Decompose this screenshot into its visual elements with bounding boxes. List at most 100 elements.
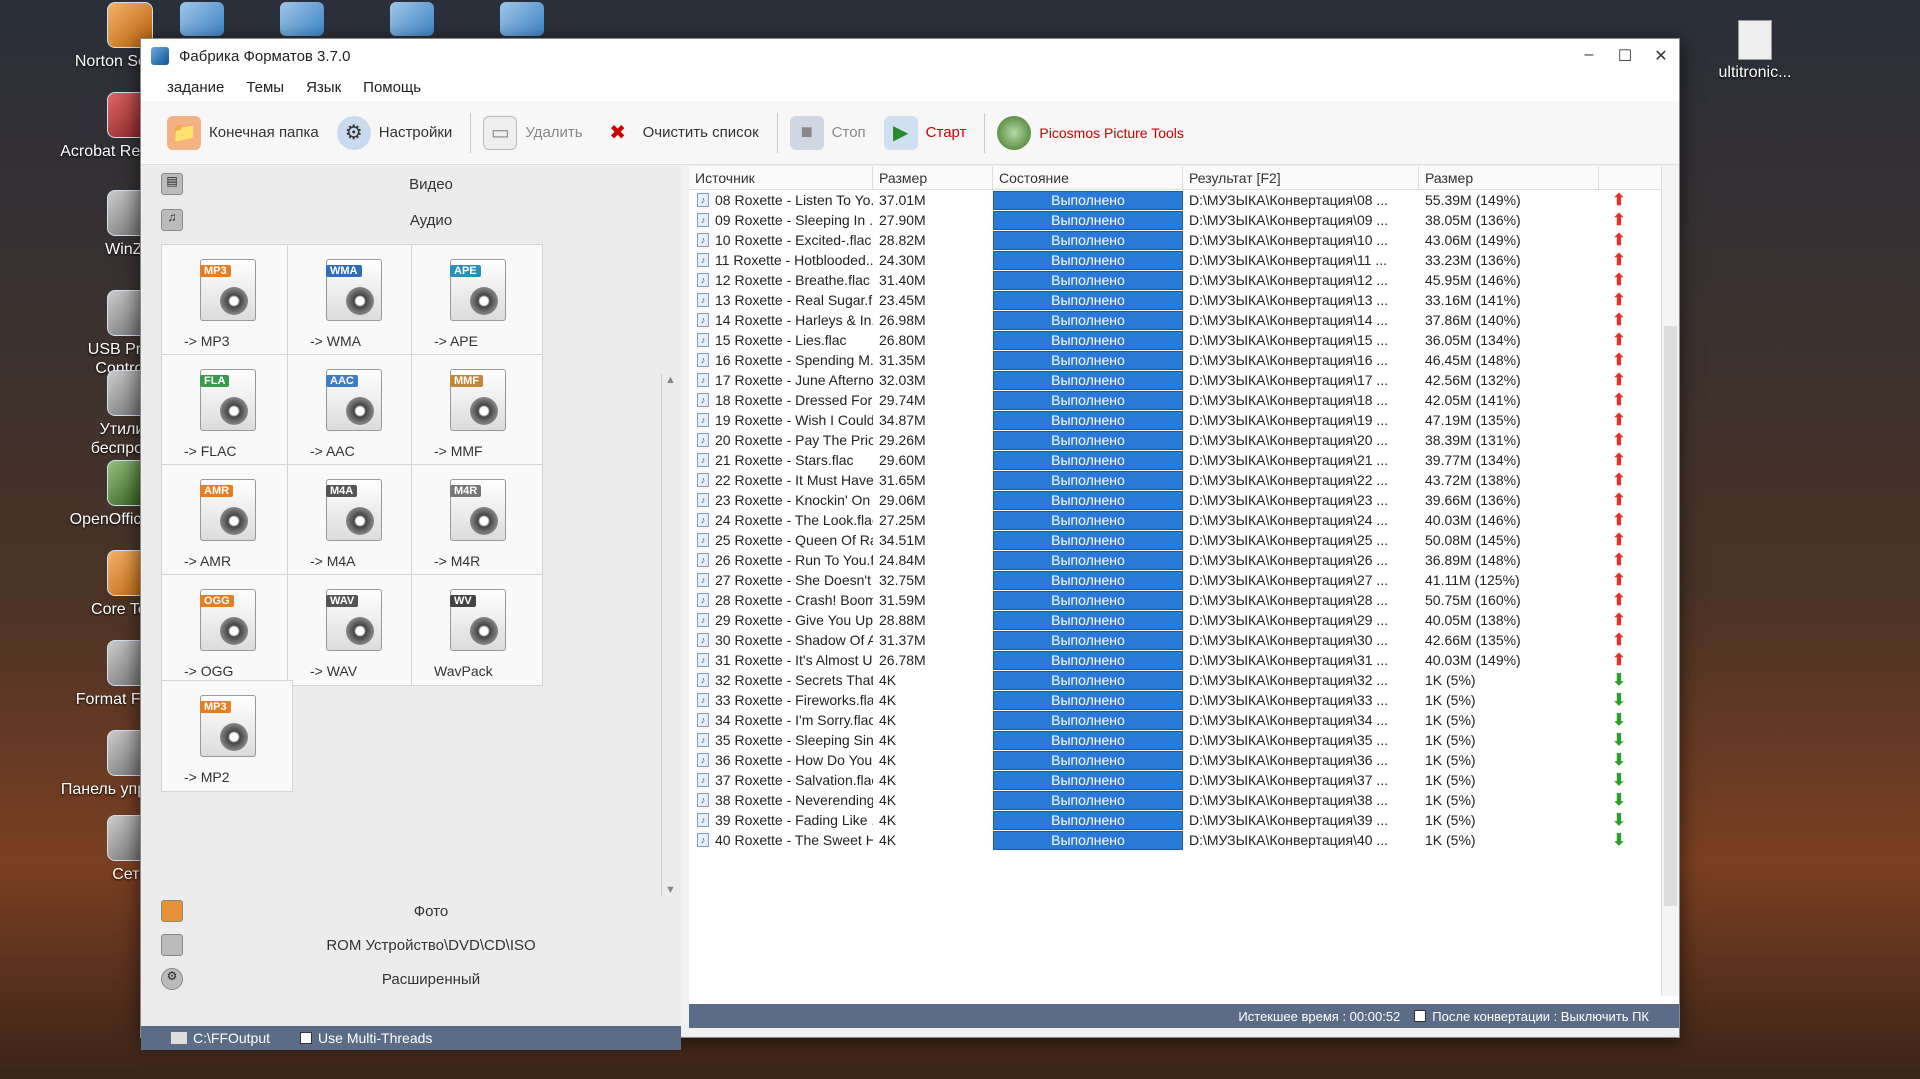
menu-help[interactable]: Помощь xyxy=(363,79,421,96)
format-tile[interactable]: APE -> APE xyxy=(411,244,543,356)
format-grid-scrollbar[interactable]: ▲ ▼ xyxy=(661,374,679,896)
table-row[interactable]: ♪ 11 Roxette - Hotblooded.... 24.30M Выполн… xyxy=(689,250,1679,270)
format-tile[interactable]: MMF -> MMF xyxy=(411,354,543,466)
source-filename: 38 Roxette - Neverending... xyxy=(715,792,873,808)
table-row[interactable]: ♪ 33 Roxette - Fireworks.flac 4K Выполнено D… xyxy=(689,690,1679,710)
table-row[interactable]: ♪ 26 Roxette - Run To You.f... 24.84M Выпол… xyxy=(689,550,1679,570)
table-row[interactable]: ♪ 12 Roxette - Breathe.flac 31.40M Выполнен… xyxy=(689,270,1679,290)
format-tile[interactable]: WAV -> WAV xyxy=(287,574,419,686)
clear-list-button[interactable]: ✖ Очистить список xyxy=(601,116,758,150)
table-row[interactable]: ♪ 35 Roxette - Sleeping Sin... 4K Выполнено… xyxy=(689,730,1679,750)
output-folder-button[interactable]: 📁 Конечная папка xyxy=(167,115,319,150)
format-tile[interactable]: MP3 -> MP2 xyxy=(161,680,293,792)
category-video[interactable]: ▤ Видео xyxy=(141,166,681,202)
header-source[interactable]: Источник xyxy=(689,166,873,189)
title-bar[interactable]: Фабрика Форматов 3.7.0 – ☐ ✕ xyxy=(141,39,1679,73)
delete-button[interactable]: ▭ Удалить xyxy=(483,115,583,150)
source-cell: ♪ 38 Roxette - Neverending... xyxy=(689,792,873,808)
audio-file-icon: ♪ xyxy=(697,513,709,527)
format-tile[interactable]: FLA -> FLAC xyxy=(161,354,293,466)
table-row[interactable]: ♪ 23 Roxette - Knockin' On ... 29.06M Выпол… xyxy=(689,490,1679,510)
table-row[interactable]: ♪ 21 Roxette - Stars.flac 29.60M Выполнено D… xyxy=(689,450,1679,470)
header-state[interactable]: Состояние xyxy=(993,166,1183,189)
table-row[interactable]: ♪ 28 Roxette - Crash! Boom... 31.59M Выполн… xyxy=(689,590,1679,610)
category-rom[interactable]: ROM Устройство\DVD\CD\ISO xyxy=(141,928,681,962)
table-row[interactable]: ♪ 22 Roxette - It Must Have... 31.65M Выпол… xyxy=(689,470,1679,490)
table-row[interactable]: ♪ 32 Roxette - Secrets That ... 4K Выполнен… xyxy=(689,670,1679,690)
source-size-cell: 26.78M xyxy=(879,652,926,668)
table-row[interactable]: ♪ 38 Roxette - Neverending... 4K Выполнено D… xyxy=(689,790,1679,810)
table-row[interactable]: ♪ 31 Roxette - It's Almost U... 26.78M Выпо… xyxy=(689,650,1679,670)
taskbar-top-icons xyxy=(180,0,580,40)
shutdown-after-checkbox[interactable] xyxy=(1414,1010,1427,1022)
format-badge: FLA xyxy=(200,375,230,387)
start-button[interactable]: ▶ Старт xyxy=(883,115,966,150)
category-photo[interactable]: Фото xyxy=(141,894,681,928)
table-row[interactable]: ♪ 08 Roxette - Listen To Yo... 37.01M Выпол… xyxy=(689,190,1679,210)
format-tile[interactable]: AAC -> AAC xyxy=(287,354,419,466)
format-tile[interactable]: MP3 -> MP3 xyxy=(161,244,293,356)
table-row[interactable]: ♪ 20 Roxette - Pay The Pric... 29.26M Выпол… xyxy=(689,430,1679,450)
scroll-thumb[interactable] xyxy=(1664,326,1677,906)
format-tile[interactable]: M4A -> M4A xyxy=(287,464,419,576)
table-row[interactable]: ♪ 25 Roxette - Queen Of Ra... 34.51M Выполн… xyxy=(689,530,1679,550)
app-shortcut-icon[interactable] xyxy=(500,2,544,36)
close-button[interactable]: ✕ xyxy=(1643,46,1679,66)
status-badge: Выполнено xyxy=(993,510,1183,530)
table-row[interactable]: ♪ 15 Roxette - Lies.flac 26.80M Выполнено D:… xyxy=(689,330,1679,350)
format-tile[interactable]: OGG -> OGG xyxy=(161,574,293,686)
table-row[interactable]: ♪ 37 Roxette - Salvation.flac 4K Выполнено D… xyxy=(689,770,1679,790)
menu-task[interactable]: задание xyxy=(167,79,224,96)
table-row[interactable]: ♪ 19 Roxette - Wish I Could... 34.87M Выпол… xyxy=(689,410,1679,430)
menu-language[interactable]: Язык xyxy=(306,79,341,96)
table-row[interactable]: ♪ 30 Roxette - Shadow Of A... 31.37M Выполн… xyxy=(689,630,1679,650)
settings-label: Настройки xyxy=(378,124,453,141)
table-row[interactable]: ♪ 29 Roxette - Give You Up.... 28.88M Выпол… xyxy=(689,610,1679,630)
source-size-cell: 31.59M xyxy=(879,592,926,608)
status-badge: Выполнено xyxy=(993,470,1183,490)
table-row[interactable]: ♪ 16 Roxette - Spending M... 31.35M Выполне… xyxy=(689,350,1679,370)
output-size-cell: 36.05M (134%) xyxy=(1425,332,1521,348)
table-row[interactable]: ♪ 27 Roxette - She Doesn't ... 32.75M Выпол… xyxy=(689,570,1679,590)
app-shortcut-icon[interactable] xyxy=(390,2,434,36)
menu-themes[interactable]: Темы xyxy=(246,79,284,96)
table-row[interactable]: ♪ 13 Roxette - Real Sugar.flac 23.45M Выпол… xyxy=(689,290,1679,310)
settings-button[interactable]: ⚙ Настройки xyxy=(336,115,453,150)
format-tile[interactable]: WMA -> WMA xyxy=(287,244,419,356)
format-tile[interactable]: AMR -> AMR xyxy=(161,464,293,576)
scroll-up-icon[interactable]: ▲ xyxy=(662,374,679,386)
status-badge: Выполнено xyxy=(993,210,1183,230)
table-row[interactable]: ♪ 14 Roxette - Harleys & In... 26.98M Выпол… xyxy=(689,310,1679,330)
table-row[interactable]: ♪ 10 Roxette - Excited-.flac 28.82M Выполне… xyxy=(689,230,1679,250)
task-list-scrollbar[interactable] xyxy=(1661,166,1679,996)
header-result[interactable]: Результат [F2] xyxy=(1183,166,1419,189)
table-row[interactable]: ♪ 39 Roxette - Fading Like ... 4K Выполнено… xyxy=(689,810,1679,830)
size-increase-arrow-icon: ⬆ xyxy=(1612,292,1626,309)
format-tile[interactable]: M4R -> M4R xyxy=(411,464,543,576)
speaker-icon xyxy=(220,287,248,315)
picosmos-label: Picosmos Picture Tools xyxy=(1039,124,1184,141)
maximize-button[interactable]: ☐ xyxy=(1607,46,1643,66)
table-row[interactable]: ♪ 24 Roxette - The Look.flac 27.25M Выполне… xyxy=(689,510,1679,530)
header-size[interactable]: Размер xyxy=(873,166,993,189)
desktop-icon-file[interactable]: ultitronic... xyxy=(1700,20,1810,82)
table-row[interactable]: ♪ 18 Roxette - Dressed For ... 29.74M Выпол… xyxy=(689,390,1679,410)
table-row[interactable]: ♪ 36 Roxette - How Do You... 4K Выполнено D:… xyxy=(689,750,1679,770)
multithreads-checkbox[interactable] xyxy=(300,1032,313,1044)
minimize-button[interactable]: – xyxy=(1571,46,1607,66)
table-row[interactable]: ♪ 17 Roxette - June Afterno... 32.03M Выпол… xyxy=(689,370,1679,390)
category-audio[interactable]: ♫ Аудио xyxy=(141,202,681,238)
picosmos-tools-button[interactable]: Picosmos Picture Tools xyxy=(997,115,1184,150)
output-path[interactable]: C:\FFOutput xyxy=(193,1030,270,1046)
header-output-size[interactable]: Размер xyxy=(1419,166,1599,189)
format-tile[interactable]: WV WavPack xyxy=(411,574,543,686)
app-shortcut-icon[interactable] xyxy=(280,2,324,36)
table-row[interactable]: ♪ 40 Roxette - The Sweet H... 4K Выполнено D… xyxy=(689,830,1679,850)
table-row[interactable]: ♪ 09 Roxette - Sleeping In ... 27.90M Выпол… xyxy=(689,210,1679,230)
audio-file-icon: ♪ xyxy=(697,753,709,767)
category-advanced[interactable]: ⚙ Расширенный xyxy=(141,962,681,996)
result-path-cell: D:\МУЗЫКА\Конвертация\22 ... xyxy=(1189,472,1389,488)
table-row[interactable]: ♪ 34 Roxette - I'm Sorry.flac 4K Выполнено D… xyxy=(689,710,1679,730)
stop-button[interactable]: ■ Стоп xyxy=(789,115,866,150)
output-size-cell: 50.75M (160%) xyxy=(1425,592,1521,608)
